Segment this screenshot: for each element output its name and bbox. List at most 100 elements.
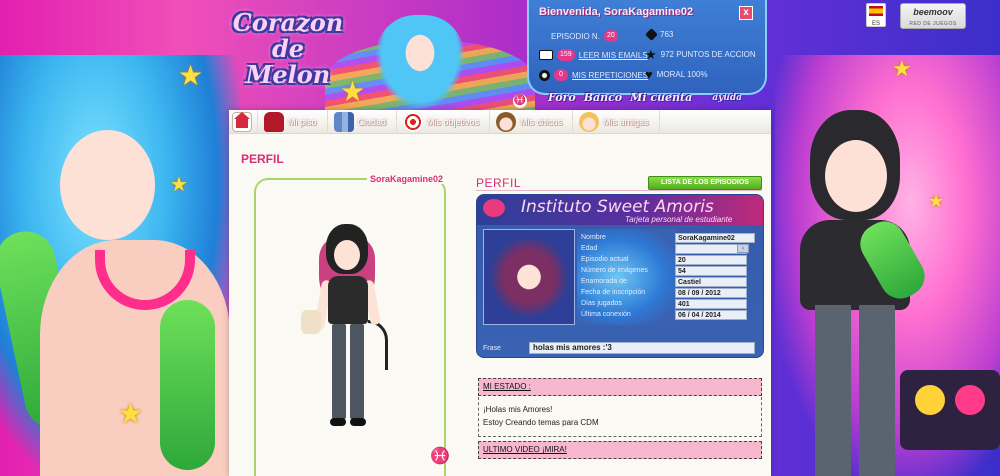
- partner-name: beemoov: [913, 7, 953, 17]
- nav-friends[interactable]: Mis amigas: [573, 110, 660, 134]
- page-title: PERFIL: [241, 152, 284, 166]
- field-value: 54: [675, 266, 747, 276]
- avatar-shoe: [330, 418, 346, 426]
- left-character-face: [60, 130, 155, 240]
- zodiac-icon: ♓: [513, 94, 527, 108]
- diamonds-row: 763: [645, 28, 674, 41]
- site-logo[interactable]: Corazon de Melon: [228, 10, 348, 88]
- school-name: Instituto Sweet Amoris: [521, 197, 714, 217]
- logo-line: Melon: [245, 60, 331, 89]
- panel-links: Foro Banco Mi cuenta ayuda: [548, 91, 742, 104]
- avatar-plush: [301, 310, 321, 334]
- nav-label: Mis amigas: [603, 117, 649, 127]
- star-icon: ★: [928, 191, 945, 211]
- nav-home[interactable]: [229, 110, 258, 134]
- replays-row[interactable]: 0 MIS REPETICIONES: [539, 69, 648, 81]
- left-character-glove: [0, 225, 91, 435]
- nav-label: Ciudad: [357, 117, 387, 127]
- replays-count-badge: 0: [554, 69, 568, 81]
- gender-icon: ♀: [737, 244, 749, 253]
- spain-flag-icon: [869, 6, 883, 16]
- avatar-panel: SoraKagamine02 ♓: [254, 174, 450, 476]
- star-icon: ★: [118, 398, 144, 429]
- header-character-art: [375, 15, 465, 110]
- field-label: Última conexión: [581, 311, 631, 318]
- mail-row[interactable]: 159 LEER MIS EMAILS: [539, 49, 648, 61]
- main-nav: Mi piso Ciudad Mis objetivos Mis chicos …: [229, 110, 771, 134]
- language-selector[interactable]: ES: [866, 3, 886, 27]
- replays-link[interactable]: MIS REPETICIONES: [572, 71, 648, 80]
- episodes-list-button[interactable]: LISTA DE LOS EPISODIOS: [648, 176, 762, 190]
- main-content-card: Mi piso Ciudad Mis objetivos Mis chicos …: [229, 110, 771, 476]
- diamonds-count: 763: [660, 30, 674, 39]
- star-icon: ★: [645, 47, 657, 62]
- nav-boys[interactable]: Mis chicos: [490, 110, 574, 134]
- right-character-hood: [810, 110, 900, 220]
- avatar-leg: [350, 324, 364, 419]
- nav-label: Mi piso: [288, 117, 317, 127]
- field-label: Fecha de inscripción: [581, 289, 646, 296]
- id-field-name: Nombre SoraKagamine02: [581, 233, 761, 244]
- account-link[interactable]: Mi cuenta: [630, 91, 692, 104]
- partner-subtitle: RED DE JUEGOS: [909, 21, 957, 27]
- left-character-body: [40, 240, 230, 476]
- zodiac-pisces-icon: ♓: [430, 448, 450, 465]
- close-panel-button[interactable]: x: [739, 6, 753, 20]
- field-value: SoraKagamine02: [675, 233, 755, 243]
- forum-link[interactable]: Foro: [548, 91, 576, 104]
- right-character-art: [775, 55, 1000, 476]
- id-field-days-played: Días jugados 401: [581, 299, 761, 310]
- read-emails-link[interactable]: LEER MIS EMAILS: [579, 51, 648, 60]
- section-divider: [476, 190, 762, 191]
- avatar-leg: [332, 324, 346, 419]
- student-id-card: Instituto Sweet Amoris Tarjeta personal …: [476, 194, 764, 358]
- field-value: Castiel: [675, 277, 747, 287]
- episode-row[interactable]: EPISODIO N. 20: [551, 30, 618, 42]
- id-field-episode: Episodio actual 20: [581, 255, 761, 266]
- field-label: Número de imágenes: [581, 267, 648, 274]
- nav-label: Mis objetivos: [427, 117, 480, 127]
- avatar-username: SoraKagamine02: [366, 174, 446, 184]
- id-field-crush: Enamorada de Castiel: [581, 277, 761, 288]
- id-photo: [483, 229, 575, 325]
- nav-city[interactable]: Ciudad: [328, 110, 398, 134]
- console-pad-pink: [955, 385, 985, 415]
- mail-icon: [539, 50, 553, 60]
- morale-value: MORAL 100%: [656, 70, 708, 79]
- right-character-body: [800, 220, 910, 310]
- right-character-glove: [853, 214, 932, 306]
- id-field-age: Edad ♀: [581, 244, 761, 255]
- field-label: Días jugados: [581, 300, 622, 307]
- field-label: Nombre: [581, 234, 606, 241]
- left-character-glove-2: [160, 300, 215, 470]
- nav-label: Mis chicos: [520, 117, 563, 127]
- disc-icon: [539, 69, 550, 81]
- bank-link[interactable]: Banco: [584, 91, 622, 104]
- avatar-shoe: [350, 418, 366, 426]
- star-icon: ★: [892, 56, 912, 81]
- avatar-face: [334, 240, 360, 270]
- diamond-icon: [645, 28, 658, 41]
- field-value: 401: [675, 299, 747, 309]
- star-icon: ★: [178, 60, 204, 91]
- nav-my-flat[interactable]: Mi piso: [258, 110, 328, 134]
- beemoov-link[interactable]: beemoov RED DE JUEGOS: [900, 3, 966, 29]
- id-field-last-login: Última conexión 06 / 04 / 2014: [581, 310, 761, 321]
- speech-bubble-icon: [483, 199, 505, 217]
- sofa-icon: [264, 112, 284, 132]
- action-points-row: ★ 972 PUNTOS DE ACCION: [645, 47, 756, 62]
- logo-line: Corazon: [232, 8, 344, 37]
- left-character-necklace: [95, 250, 195, 310]
- id-card-fields: Nombre SoraKagamine02 Edad ♀ Episodio ac…: [581, 233, 761, 321]
- id-card-subtitle: Tarjeta personal de estudiante: [625, 215, 733, 224]
- avatar-shirt: [328, 276, 368, 324]
- heart-icon: ♥: [645, 67, 653, 82]
- help-link[interactable]: ayuda: [712, 93, 742, 103]
- right-character-face: [825, 140, 887, 212]
- field-label: Episodio actual: [581, 256, 629, 263]
- field-value: 08 / 09 / 2012: [675, 288, 747, 298]
- nav-objectives[interactable]: Mis objetivos: [397, 110, 491, 134]
- field-label: Enamorada de: [581, 278, 627, 285]
- boy-icon: [496, 112, 517, 132]
- girl-icon: [579, 112, 600, 132]
